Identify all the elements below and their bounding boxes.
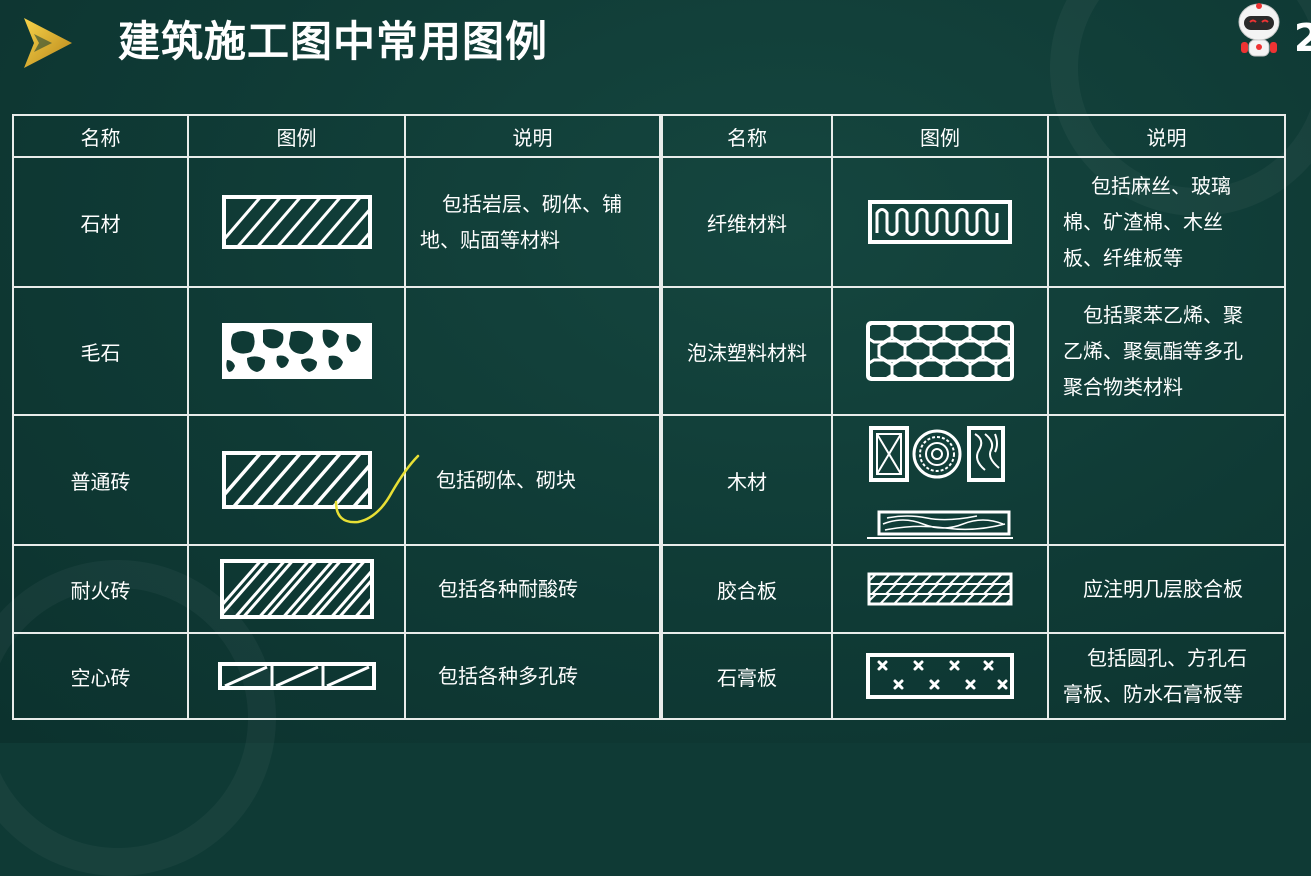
material-name: 耐火砖 [12,544,189,634]
legend-table-wrapper: 名称 图例 说明 名称 图例 说明 石材 包括岩层、砌体、铺 地、贴面等材料 纤… [12,114,1286,720]
hexagon-foam-icon [866,321,1014,381]
material-name: 普通砖 [12,414,189,546]
material-description: 包括岩层、砌体、铺 地、贴面等材料 [404,156,663,288]
description-line: 乙烯、聚氨酯等多孔 [1063,339,1243,363]
rubble-stone-icon [221,323,372,379]
material-description: 包括圆孔、方孔石 膏板、防水石膏板等 [1047,632,1286,720]
description-line: 应注明几层胶合板 [1083,577,1243,601]
header-legend: 图例 [187,114,406,158]
legend-cell [831,156,1049,288]
page-title: 建筑施工图中常用图例 [118,17,549,66]
table-row: 空心砖 包括各种多孔砖 石膏板 包括圆孔、方孔石 膏板、防水石膏板等 [12,632,1286,720]
gypsum-x-icon [866,653,1014,699]
legend-cell [187,286,406,416]
description-line: 包括砌体、砌块 [436,468,576,492]
firebrick-crosshatch-icon [219,559,374,619]
material-name: 纤维材料 [660,156,833,288]
material-name: 胶合板 [660,544,833,634]
table-row: 耐火砖 包括各种耐酸砖 胶合板 应注明几层胶合板 [12,544,1286,634]
legend-cell [831,544,1049,634]
material-description [1047,414,1286,546]
description-line: 聚合物类材料 [1063,375,1183,399]
legend-cell [831,414,1049,546]
description-line: 包括岩层、砌体、铺 [442,192,622,216]
material-name: 空心砖 [12,632,189,720]
header-description: 说明 [404,114,663,158]
material-description: 应注明几层胶合板 [1047,544,1286,634]
material-name: 泡沫塑料材料 [660,286,833,416]
robot-mascot-icon [1238,3,1280,57]
plywood-layers-icon [867,572,1013,606]
legend-cell [831,286,1049,416]
material-name: 毛石 [12,286,189,416]
material-description: 包括砌体、砌块 [404,414,663,546]
description-line: 包括麻丝、玻璃 [1091,174,1231,198]
material-name: 木材 [660,414,833,546]
legend-cell [831,632,1049,720]
description-line: 包括各种耐酸砖 [438,577,578,601]
header-legend: 图例 [831,114,1049,158]
description-line: 棉、矿渣棉、木丝 [1063,210,1223,234]
description-line: 包括圆孔、方孔石 [1087,646,1247,670]
legend-cell [187,156,406,288]
table-header-row: 名称 图例 说明 名称 图例 说明 [12,114,1286,158]
wood-grain-icon [867,426,1013,539]
page-number: 2 [1294,16,1311,60]
legend-table: 名称 图例 说明 名称 图例 说明 石材 包括岩层、砌体、铺 地、贴面等材料 纤… [12,114,1286,720]
table-row: 石材 包括岩层、砌体、铺 地、贴面等材料 纤维材料 包括麻丝、玻璃 棉、矿渣棉、… [12,156,1286,288]
legend-cell [187,632,406,720]
material-description: 包括各种耐酸砖 [404,544,663,634]
table-row: 普通砖 包括砌体、砌块 木材 [12,414,1286,546]
material-description: 包括麻丝、玻璃 棉、矿渣棉、木丝 板、纤维板等 [1047,156,1286,288]
legend-cell [187,414,406,546]
description-line: 板、纤维板等 [1063,246,1183,270]
material-description [404,286,663,416]
description-line: 包括各种多孔砖 [438,664,578,688]
header-name: 名称 [660,114,833,158]
description-line: 包括聚苯乙烯、聚 [1083,303,1243,327]
legend-cell [187,544,406,634]
diagonal-hatch-icon [221,195,372,249]
table-row: 毛石 泡沫塑料材料 包括聚苯乙烯、聚 乙烯、聚氨酯等多孔 聚合物类材料 [12,286,1286,416]
material-name: 石膏板 [660,632,833,720]
hollow-brick-icon [217,662,376,690]
header-name: 名称 [12,114,189,158]
header-description: 说明 [1047,114,1286,158]
description-line: 膏板、防水石膏板等 [1063,682,1243,706]
brick-hatch-icon [221,451,372,509]
material-description: 包括聚苯乙烯、聚 乙烯、聚氨酯等多孔 聚合物类材料 [1047,286,1286,416]
description-line: 地、贴面等材料 [420,228,560,252]
material-description: 包括各种多孔砖 [404,632,663,720]
wave-fiber-icon [868,200,1012,244]
material-name: 石材 [12,156,189,288]
play-logo-icon [24,18,72,68]
